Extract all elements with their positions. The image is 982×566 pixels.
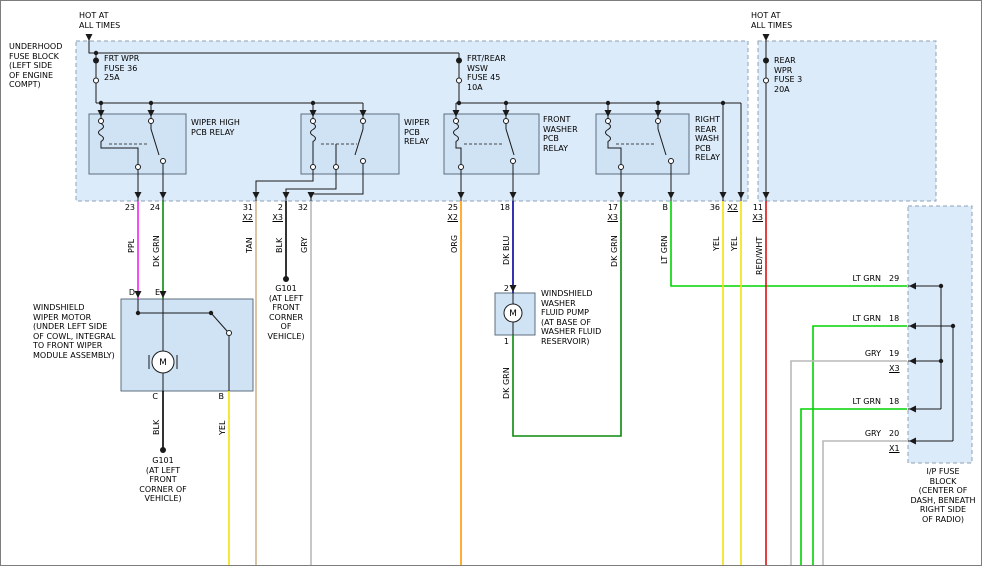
motor-m-symbol: M bbox=[159, 358, 167, 368]
ip-row-pin-1: 29 bbox=[889, 274, 907, 284]
ip-row-conn-5: X1 bbox=[889, 444, 907, 454]
relay-wiper-label: WIPER PCB RELAY bbox=[404, 118, 444, 147]
motor-pin-c: C bbox=[144, 392, 158, 402]
pin-label-31: 31 bbox=[233, 203, 253, 213]
wire-gry-row5 bbox=[823, 441, 907, 566]
ip-row-conn-3: X3 bbox=[889, 364, 907, 374]
relay-right-rear-wash-label: RIGHT REAR WASH PCB RELAY bbox=[695, 115, 735, 163]
wire-color-label-gry: GRY bbox=[300, 237, 309, 253]
pin-label-b: B bbox=[648, 203, 668, 213]
component-boxes bbox=[89, 114, 689, 391]
wire-color-label-redwht: RED/WHT bbox=[755, 237, 764, 275]
wire-color-label-org: ORG bbox=[450, 235, 459, 253]
wire-color-label-yel-motor: YEL bbox=[218, 421, 227, 435]
pump-pin-2: 2 bbox=[497, 284, 509, 294]
fuse-rear-wpr-label: REAR WPR FUSE 3 20A bbox=[774, 56, 818, 94]
washer-pump-label: WINDSHIELD WASHER FLUID PUMP (AT BASE OF… bbox=[541, 289, 621, 347]
connector-label-x2-org: X2 bbox=[438, 213, 458, 223]
wire-color-label-dkblu: DK BLU bbox=[502, 236, 511, 265]
wire-gry-row3 bbox=[791, 361, 907, 566]
motor-pin-e: E bbox=[146, 288, 160, 298]
relay-front-washer-label: FRONT WASHER PCB RELAY bbox=[543, 115, 591, 153]
connector-label-x3-blk: X3 bbox=[263, 213, 283, 223]
wire-color-label-dkgrn-2: DK GRN bbox=[610, 235, 619, 267]
g101-mid-label: G101 (AT LEFT FRONT CORNER OF VEHICLE) bbox=[253, 284, 319, 342]
pin-label-17: 17 bbox=[598, 203, 618, 213]
pin-label-18: 18 bbox=[490, 203, 510, 213]
fuse-frt-wpr-label: FRT WPR FUSE 36 25A bbox=[104, 54, 154, 83]
fuse-frt-rear-wsw-label: FRT/REAR WSW FUSE 45 10A bbox=[467, 54, 517, 92]
wiring-diagram-page: M M bbox=[0, 0, 982, 566]
g101-left-label: G101 (AT LEFT FRONT CORNER OF VEHICLE) bbox=[119, 456, 207, 504]
ip-row-color-5: GRY bbox=[823, 429, 881, 439]
ip-row-pin-2: 18 bbox=[889, 314, 907, 324]
ip-row-pin-4: 18 bbox=[889, 397, 907, 407]
g101-mid-ground-dot bbox=[283, 276, 289, 282]
g101-left-ground-dot bbox=[160, 447, 166, 453]
ip-row-pin-5: 20 bbox=[889, 429, 907, 439]
pin-label-32: 32 bbox=[288, 203, 308, 213]
underhood-fuse-block-label: UNDERHOOD FUSE BLOCK (LEFT SIDE OF ENGIN… bbox=[9, 42, 73, 90]
ip-fuse-block-label: I/P FUSE BLOCK (CENTER OF DASH, BENEATH … bbox=[904, 467, 982, 525]
hot-at-all-times-right: HOT AT ALL TIMES bbox=[751, 11, 803, 30]
relay-wiper-box bbox=[301, 114, 399, 174]
wire-color-label-ppl: PPL bbox=[127, 239, 136, 253]
wire-color-label-blk: BLK bbox=[275, 238, 284, 253]
wire-color-label-tan: TAN bbox=[245, 237, 254, 253]
hot-at-all-times-left: HOT AT ALL TIMES bbox=[79, 11, 131, 30]
wire-color-label-dkgrn: DK GRN bbox=[152, 235, 161, 267]
ip-row-pin-3: 19 bbox=[889, 349, 907, 359]
relay-wiper-high-label: WIPER HIGH PCB RELAY bbox=[191, 118, 253, 137]
wire-color-label-dkgrn-pump: DK GRN bbox=[502, 367, 511, 399]
connector-label-x3-redwht: X3 bbox=[743, 213, 763, 223]
wiper-motor-label: WINDSHIELD WIPER MOTOR (UNDER LEFT SIDE … bbox=[33, 303, 119, 361]
connector-label-x3-dkgrn: X3 bbox=[598, 213, 618, 223]
ip-row-color-4: LT GRN bbox=[823, 397, 881, 407]
pin-label-11: 11 bbox=[743, 203, 763, 213]
pin-label-23: 23 bbox=[115, 203, 135, 213]
motor-pin-b: B bbox=[210, 392, 224, 402]
pin-label-36: 36 bbox=[700, 203, 720, 213]
wire-color-label-yel-1: YEL bbox=[712, 237, 721, 251]
pump-pin-1: 1 bbox=[497, 337, 509, 347]
pin-label-2: 2 bbox=[263, 203, 283, 213]
ip-fuse-block-zone bbox=[908, 206, 972, 463]
pump-m-symbol: M bbox=[509, 309, 517, 319]
ip-row-color-3: GRY bbox=[823, 349, 881, 359]
wire-color-label-ltgrn: LT GRN bbox=[660, 235, 669, 264]
wire-color-label-yel-2: YEL bbox=[730, 237, 739, 251]
pin-label-24: 24 bbox=[140, 203, 160, 213]
pin-label-25: 25 bbox=[438, 203, 458, 213]
wire-color-label-blk-motor: BLK bbox=[152, 420, 161, 435]
connector-label-x2-yel: X2 bbox=[718, 203, 738, 213]
motor-pin-d: D bbox=[121, 288, 135, 298]
ip-row-color-2: LT GRN bbox=[823, 314, 881, 324]
connector-label-x2-tan: X2 bbox=[233, 213, 253, 223]
ip-row-color-1: LT GRN bbox=[823, 274, 881, 284]
